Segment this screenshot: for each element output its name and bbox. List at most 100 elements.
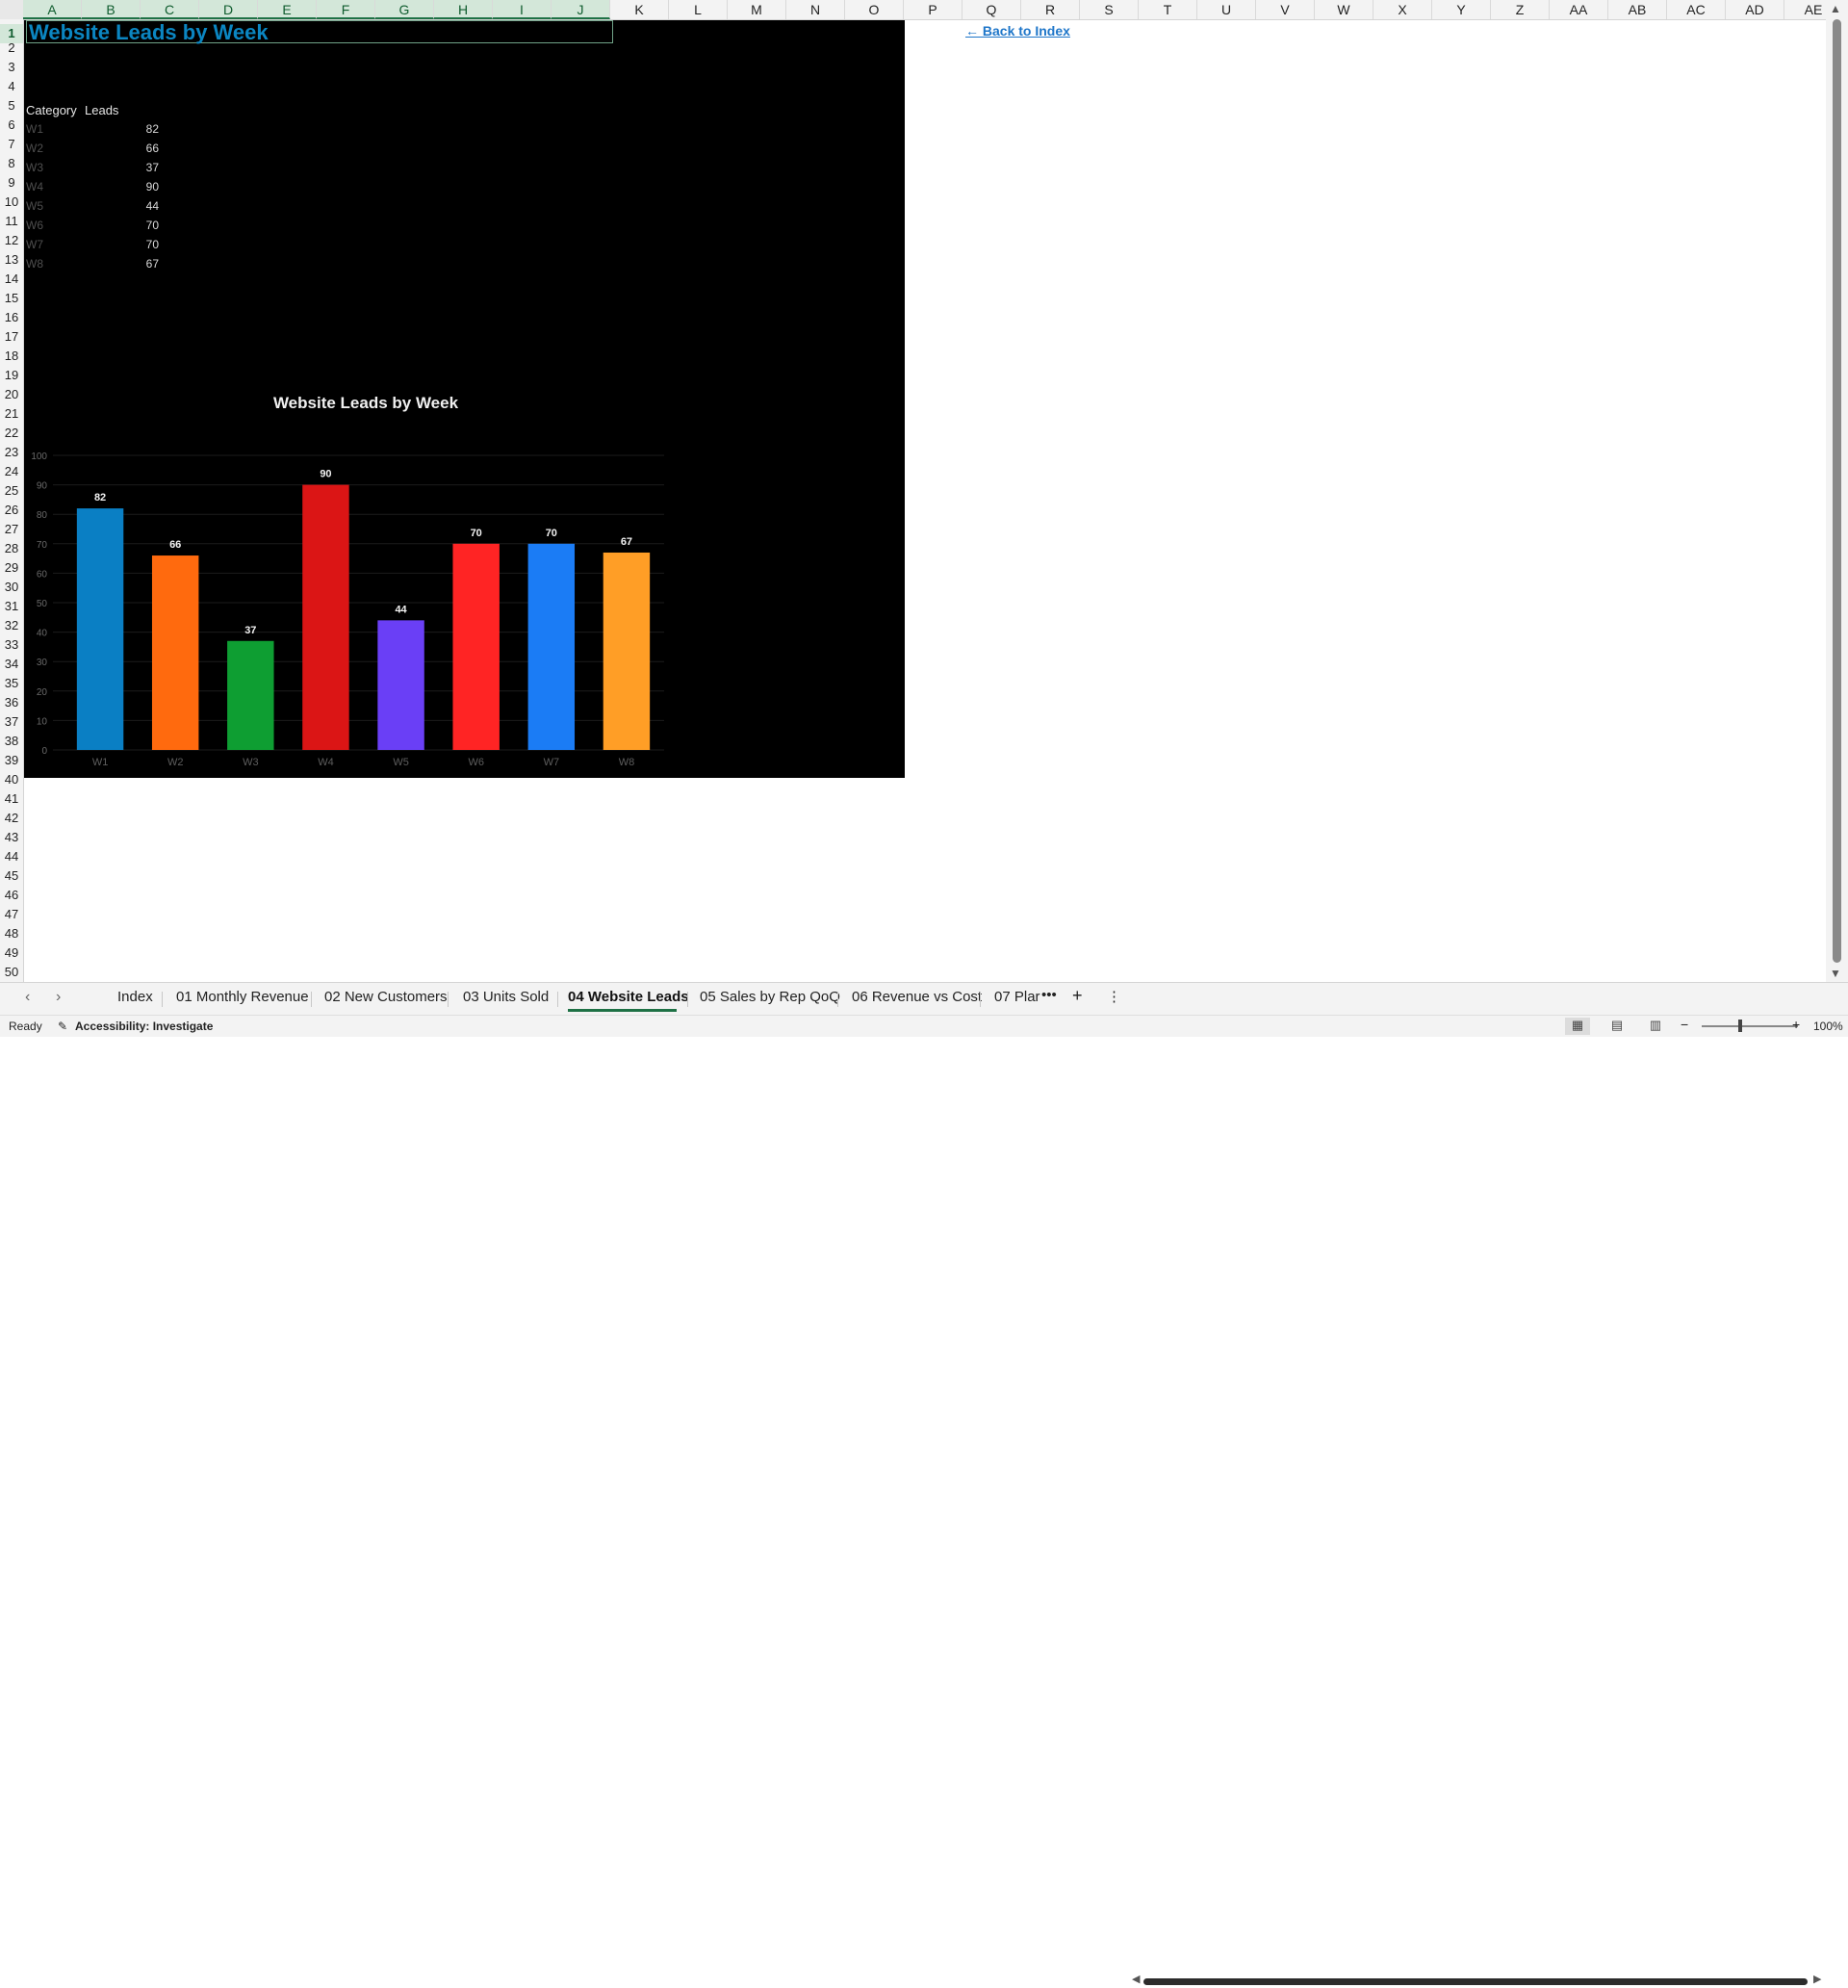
column-header[interactable]: A <box>23 0 82 19</box>
row-header[interactable]: 43 <box>0 828 23 847</box>
row-header[interactable]: 28 <box>0 539 23 558</box>
row-header[interactable]: 37 <box>0 712 23 732</box>
column-header[interactable]: E <box>258 0 317 19</box>
column-header[interactable]: N <box>786 0 845 19</box>
tab-index[interactable]: Index <box>117 989 153 1005</box>
column-header[interactable]: S <box>1080 0 1139 19</box>
table-cell-leads[interactable]: 66 <box>120 142 159 155</box>
column-header[interactable]: R <box>1021 0 1080 19</box>
row-header[interactable]: 26 <box>0 501 23 520</box>
table-cell-leads[interactable]: 37 <box>120 161 159 174</box>
column-header[interactable]: C <box>141 0 199 19</box>
column-header[interactable]: M <box>728 0 786 19</box>
table-cell-category[interactable]: W3 <box>26 161 43 174</box>
horizontal-scrollbar[interactable]: ◀ ▶ <box>1132 1973 1824 1988</box>
table-cell-category[interactable]: W5 <box>26 199 43 213</box>
row-header[interactable]: 2 <box>0 39 23 58</box>
row-header[interactable]: 50 <box>0 963 23 982</box>
row-header[interactable]: 40 <box>0 770 23 789</box>
column-header[interactable]: W <box>1315 0 1373 19</box>
row-header[interactable]: 4 <box>0 77 23 96</box>
row-header[interactable]: 48 <box>0 924 23 943</box>
column-header[interactable]: O <box>845 0 904 19</box>
table-cell-leads[interactable]: 67 <box>120 257 159 271</box>
row-header[interactable]: 18 <box>0 347 23 366</box>
column-header[interactable]: T <box>1139 0 1197 19</box>
page-layout-view-icon[interactable]: ▤ <box>1604 1018 1630 1035</box>
column-header[interactable]: AC <box>1667 0 1726 19</box>
column-header[interactable]: F <box>317 0 375 19</box>
tab-scroll-left-icon[interactable]: ‹ <box>25 989 30 1006</box>
table-cell-category[interactable]: W7 <box>26 238 43 251</box>
row-header[interactable]: 49 <box>0 943 23 963</box>
row-header[interactable]: 46 <box>0 886 23 905</box>
zoom-slider[interactable] <box>1702 1025 1798 1027</box>
column-header[interactable]: D <box>199 0 258 19</box>
row-header[interactable]: 25 <box>0 481 23 501</box>
table-cell-category[interactable]: W8 <box>26 257 43 271</box>
column-header[interactable]: P <box>904 0 962 19</box>
column-header[interactable]: Q <box>962 0 1021 19</box>
table-cell-category[interactable]: W4 <box>26 180 43 194</box>
row-header[interactable]: 45 <box>0 866 23 886</box>
bar-chart[interactable]: 0 10 20 30 40 50 60 70 80 90 100 82 W1 66 W2 37 W3 90 W4 44… <box>24 425 707 771</box>
tab-07-partial[interactable]: 07 Plar <box>994 989 1040 1005</box>
table-cell-leads[interactable]: 90 <box>120 180 159 194</box>
column-header[interactable]: AD <box>1726 0 1784 19</box>
row-header[interactable]: 44 <box>0 847 23 866</box>
row-header[interactable]: 8 <box>0 154 23 173</box>
column-header[interactable]: L <box>669 0 728 19</box>
column-header[interactable]: G <box>375 0 434 19</box>
row-header[interactable]: 10 <box>0 193 23 212</box>
more-tabs-icon[interactable]: ••• <box>1041 987 1057 1003</box>
row-header[interactable]: 14 <box>0 270 23 289</box>
row-header[interactable]: 36 <box>0 693 23 712</box>
row-header[interactable]: 27 <box>0 520 23 539</box>
row-header[interactable]: 42 <box>0 809 23 828</box>
row-header[interactable]: 20 <box>0 385 23 404</box>
select-all-corner[interactable] <box>0 0 23 19</box>
table-cell-category[interactable]: W2 <box>26 142 43 155</box>
row-header[interactable]: 38 <box>0 732 23 751</box>
row-header[interactable]: 9 <box>0 173 23 193</box>
zoom-level[interactable]: 100% <box>1813 1020 1843 1033</box>
row-header[interactable]: 47 <box>0 905 23 924</box>
column-header[interactable]: H <box>434 0 493 19</box>
tab-04-website-leads[interactable]: 04 Website Leads <box>568 989 689 1005</box>
row-header[interactable]: 22 <box>0 424 23 443</box>
zoom-slider-thumb[interactable] <box>1738 1020 1742 1032</box>
row-header[interactable]: 30 <box>0 578 23 597</box>
column-header[interactable]: J <box>552 0 610 19</box>
tab-05-sales-by-rep-qoq[interactable]: 05 Sales by Rep QoQ <box>700 989 840 1005</box>
zoom-in-icon[interactable]: + <box>1792 1017 1800 1032</box>
normal-view-icon[interactable]: ▦ <box>1565 1018 1590 1035</box>
vertical-scrollbar[interactable]: ▲ ▼ <box>1826 0 1848 982</box>
horizontal-scroll-thumb[interactable] <box>1143 1978 1808 1985</box>
back-to-index-link[interactable]: ← Back to Index <box>965 23 1070 39</box>
scroll-left-icon[interactable]: ◀ <box>1132 1973 1140 1985</box>
tab-06-revenue-vs-cost[interactable]: 06 Revenue vs Cost <box>852 989 982 1005</box>
tab-scroll-right-icon[interactable]: › <box>56 989 61 1006</box>
row-header[interactable]: 3 <box>0 58 23 77</box>
row-header[interactable]: 19 <box>0 366 23 385</box>
accessibility-status[interactable]: Accessibility: Investigate <box>75 1020 213 1033</box>
tab-03-units-sold[interactable]: 03 Units Sold <box>463 989 549 1005</box>
row-header[interactable]: 13 <box>0 250 23 270</box>
row-header[interactable]: 31 <box>0 597 23 616</box>
row-header[interactable]: 29 <box>0 558 23 578</box>
worksheet-grid[interactable]: Website Leads by Week Category Leads W1 8… <box>24 20 1826 982</box>
table-cell-leads[interactable]: 82 <box>120 122 159 136</box>
column-header[interactable]: AB <box>1608 0 1667 19</box>
scroll-right-icon[interactable]: ▶ <box>1813 1973 1821 1985</box>
tab-02-new-customers[interactable]: 02 New Customers <box>324 989 448 1005</box>
row-header[interactable]: 23 <box>0 443 23 462</box>
sheet-options-icon[interactable]: ⋮ <box>1107 988 1121 1005</box>
row-header[interactable]: 24 <box>0 462 23 481</box>
column-header[interactable]: K <box>610 0 669 19</box>
row-header[interactable]: 16 <box>0 308 23 327</box>
column-header[interactable]: Z <box>1491 0 1550 19</box>
accessibility-icon[interactable]: ✎ <box>58 1020 67 1033</box>
add-sheet-button[interactable]: + <box>1072 986 1083 1006</box>
row-header[interactable]: 17 <box>0 327 23 347</box>
table-cell-leads[interactable]: 44 <box>120 199 159 213</box>
